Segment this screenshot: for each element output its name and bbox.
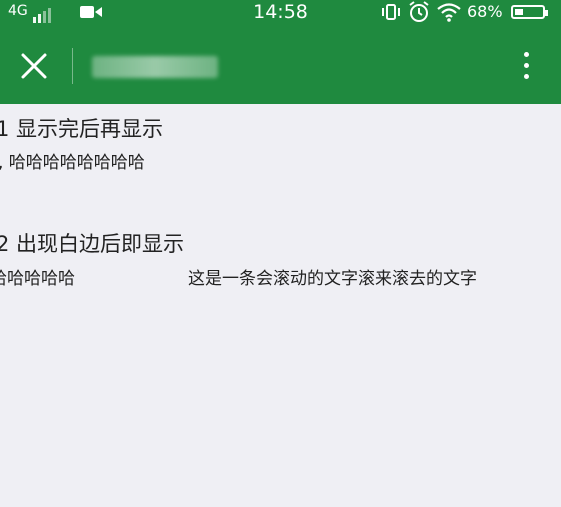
app-header: 4G 14:58 68% — [0, 0, 561, 104]
wifi-icon — [437, 3, 461, 22]
section2-marquee-left: 哈哈哈哈哈 — [0, 269, 75, 289]
section2-title: 2 出现白边后即显示 — [0, 232, 185, 256]
status-bar: 4G 14:58 68% — [0, 0, 561, 26]
page-title-redacted — [92, 56, 218, 78]
vibrate-icon — [382, 4, 400, 20]
nav-divider — [72, 48, 73, 84]
close-icon[interactable] — [20, 52, 48, 80]
more-vertical-icon[interactable] — [518, 52, 534, 82]
section1-marquee: , 哈哈哈哈哈哈哈哈 — [0, 153, 145, 173]
alarm-icon — [409, 1, 429, 22]
section2-marquee-right: 这是一条会滚动的文字滚来滚去的文字 — [188, 269, 477, 289]
battery-percent: 68% — [467, 2, 503, 21]
battery-icon — [511, 5, 548, 19]
section1-title: 1 显示完后再显示 — [0, 117, 164, 141]
